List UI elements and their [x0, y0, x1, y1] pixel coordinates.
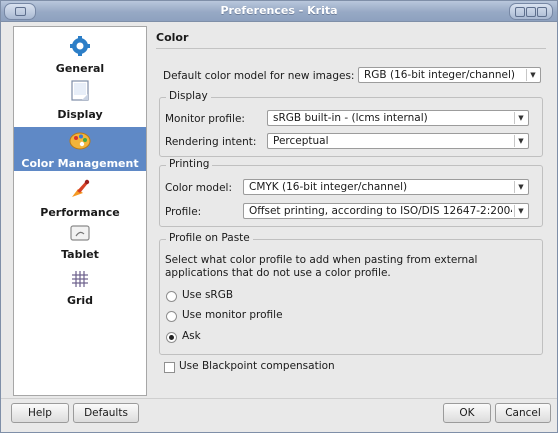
- paste-description-line1: Select what color profile to add when pa…: [165, 254, 478, 266]
- preferences-window: Preferences - Krita General Display Colo…: [0, 0, 558, 433]
- sidebar-item-label: Grid: [66, 294, 94, 307]
- sidebar-item-label: Tablet: [61, 248, 99, 261]
- chevron-down-icon: ▼: [514, 205, 527, 217]
- sidebar-item-label: General: [55, 62, 105, 75]
- printing-profile-select[interactable]: Offset printing, according to ISO/DIS 12…: [243, 203, 529, 219]
- printing-group-title: Printing: [166, 158, 213, 170]
- sidebar-item-label: Display: [57, 108, 103, 121]
- maximize-icon[interactable]: [526, 7, 536, 17]
- use-monitor-profile-label[interactable]: Use monitor profile: [182, 309, 283, 321]
- color-management-icon: [69, 132, 91, 150]
- chevron-down-icon: ▼: [514, 112, 527, 124]
- performance-icon: [72, 179, 90, 197]
- grid-icon: [72, 271, 88, 287]
- rendering-intent-value: Perceptual: [273, 135, 329, 147]
- use-srgb-radio[interactable]: [166, 291, 177, 302]
- preferences-sidebar: General Display Color Management Perform…: [13, 26, 147, 396]
- monitor-profile-value: sRGB built-in - (lcms internal): [273, 112, 428, 124]
- sidebar-item-general[interactable]: General: [14, 35, 146, 77]
- monitor-profile-label: Monitor profile:: [165, 113, 245, 125]
- rendering-intent-label: Rendering intent:: [165, 136, 257, 148]
- title-divider: [156, 48, 546, 49]
- close-icon[interactable]: [537, 7, 547, 17]
- button-bar-divider: [1, 398, 557, 399]
- profile-on-paste-title: Profile on Paste: [166, 232, 253, 244]
- blackpoint-compensation-checkbox[interactable]: [164, 362, 175, 373]
- minimize-icon[interactable]: [515, 7, 525, 17]
- paste-description-line2: applications that do not use a color pro…: [165, 267, 391, 279]
- default-color-model-value: RGB (16-bit integer/channel): [364, 69, 516, 81]
- title-bar[interactable]: Preferences - Krita: [1, 1, 557, 22]
- window-title: Preferences - Krita: [220, 4, 338, 17]
- cancel-button[interactable]: Cancel: [495, 403, 551, 423]
- chevron-down-icon: ▼: [514, 135, 527, 147]
- display-group-title: Display: [166, 90, 211, 102]
- sidebar-item-grid[interactable]: Grid: [14, 269, 146, 311]
- color-model-label: Color model:: [165, 182, 232, 194]
- sidebar-item-performance[interactable]: Performance: [14, 177, 146, 221]
- rendering-intent-select[interactable]: Perceptual ▼: [267, 133, 529, 149]
- defaults-button[interactable]: Defaults: [73, 403, 139, 423]
- use-srgb-label[interactable]: Use sRGB: [182, 289, 233, 301]
- ok-button[interactable]: OK: [443, 403, 491, 423]
- default-model-label: Default color model for new images:: [163, 70, 355, 82]
- page-title: Color: [156, 31, 189, 44]
- sidebar-item-display[interactable]: Display: [14, 79, 146, 123]
- sidebar-item-label: Performance: [40, 206, 120, 219]
- display-icon: [71, 80, 89, 101]
- window-controls: [509, 3, 553, 20]
- monitor-profile-select[interactable]: sRGB built-in - (lcms internal) ▼: [267, 110, 529, 126]
- ask-label[interactable]: Ask: [182, 330, 201, 342]
- chevron-down-icon: ▼: [526, 69, 539, 81]
- default-color-model-select[interactable]: RGB (16-bit integer/channel) ▼: [358, 67, 541, 83]
- printing-profile-value: Offset printing, according to ISO/DIS 12…: [249, 205, 512, 217]
- printing-color-model-select[interactable]: CMYK (16-bit integer/channel) ▼: [243, 179, 529, 195]
- general-icon: [70, 36, 90, 56]
- profile-label: Profile:: [165, 206, 202, 218]
- radio-selected-dot: [169, 335, 174, 340]
- sidebar-item-color-management[interactable]: Color Management: [14, 127, 146, 171]
- chevron-down-icon: ▼: [514, 181, 527, 193]
- sidebar-item-tablet[interactable]: Tablet: [14, 223, 146, 265]
- use-monitor-profile-radio[interactable]: [166, 311, 177, 322]
- tablet-icon: [70, 225, 90, 241]
- help-button[interactable]: Help: [11, 403, 69, 423]
- ask-radio[interactable]: [166, 332, 177, 343]
- printing-color-model-value: CMYK (16-bit integer/channel): [249, 181, 408, 193]
- blackpoint-compensation-label[interactable]: Use Blackpoint compensation: [179, 360, 335, 372]
- sidebar-item-label: Color Management: [21, 157, 139, 170]
